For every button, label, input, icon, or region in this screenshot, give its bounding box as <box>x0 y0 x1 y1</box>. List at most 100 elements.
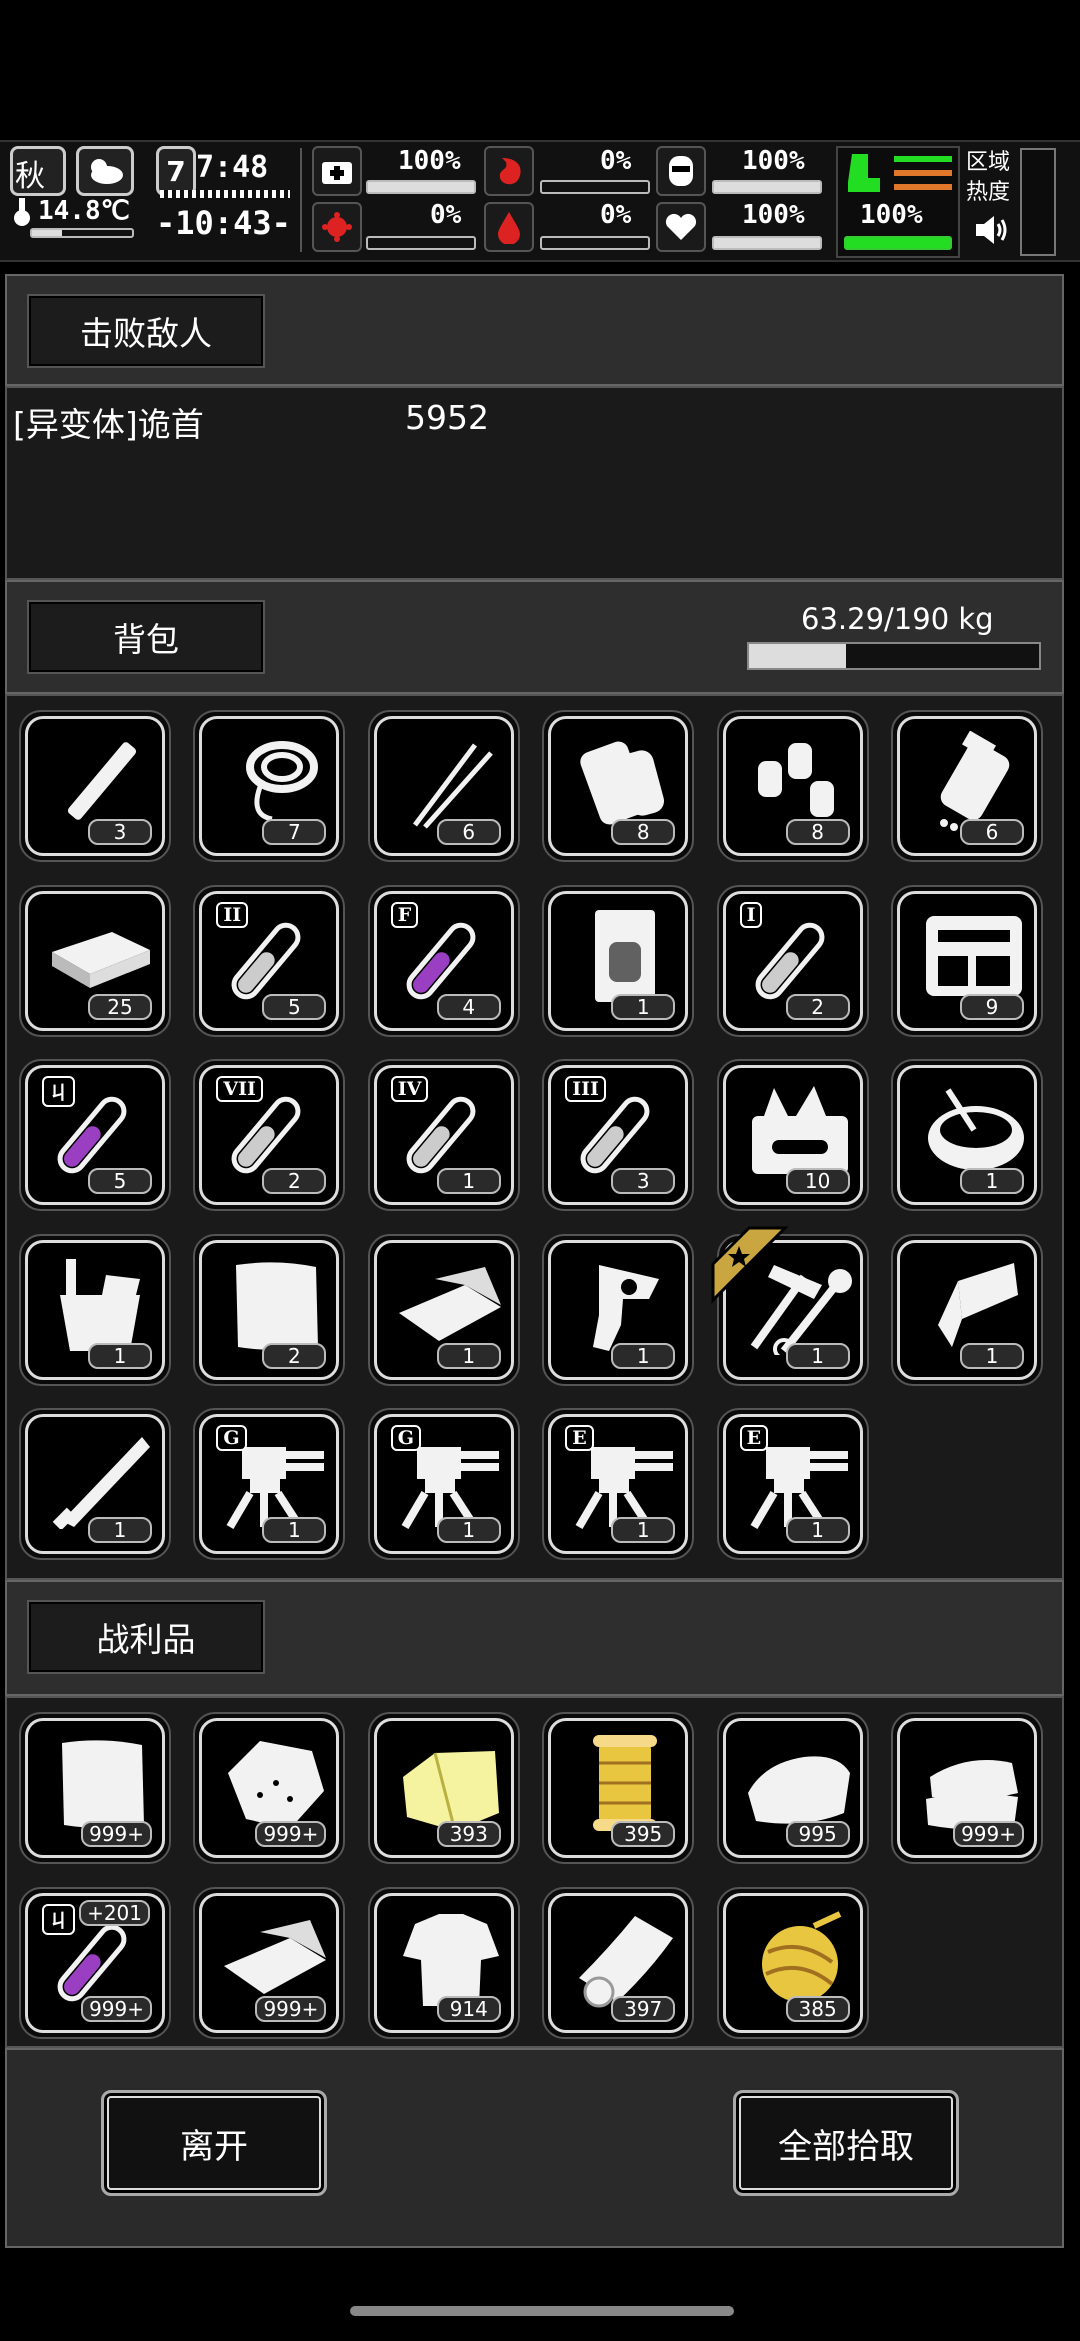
speaker-icon[interactable] <box>974 214 1010 246</box>
blood-drop-icon <box>484 202 534 252</box>
footer: 离开 全部拾取 <box>5 2048 1064 2248</box>
backpack-slot[interactable]: 1 <box>367 1233 520 1386</box>
backpack-slot[interactable]: II 5 <box>193 884 346 1037</box>
backpack-slot[interactable]: 6 <box>891 710 1043 862</box>
backpack-slot[interactable]: 8 <box>716 710 869 862</box>
backpack-slot-frame: 2 <box>199 1239 340 1380</box>
item-count-badge: 9 <box>960 993 1024 1020</box>
item-count-badge: 8 <box>611 819 676 845</box>
toolbox-icon <box>751 1086 848 1174</box>
backpack-slot[interactable]: F4 <box>367 884 520 1037</box>
backpack-slot-frame: 8 <box>722 716 863 856</box>
loot-slot[interactable]: 999+ <box>19 1712 171 1864</box>
loot-slot[interactable]: 385 <box>716 1886 869 2039</box>
loot-slot[interactable]: 995 <box>716 1712 869 1864</box>
backpack-button[interactable]: 背包 <box>27 600 265 674</box>
item-grade-tag: II <box>216 901 249 928</box>
item-count-badge: 5 <box>262 993 327 1020</box>
backpack-slot[interactable]: 3 <box>19 710 171 862</box>
virus-bar <box>366 236 476 250</box>
backpack-slot[interactable]: 8 <box>542 710 695 862</box>
backpack-slot[interactable]: III 3 <box>542 1059 695 1211</box>
item-count-badge: 1 <box>88 1517 152 1543</box>
item-count-badge: 914 <box>436 1995 501 2022</box>
loot-slot[interactable]: 999+ <box>193 1712 346 1864</box>
backpack-slot-frame: 8 <box>548 716 689 856</box>
loot-button[interactable]: 战利品 <box>27 1600 265 1674</box>
backpack-slot[interactable]: E1 <box>716 1408 869 1560</box>
loot-slot[interactable]: 999+ <box>193 1886 346 2039</box>
loot-slot[interactable]: 393 <box>367 1712 520 1864</box>
backpack-slot-frame: 1 <box>897 1065 1037 1205</box>
backpack-slot-frame: 1 <box>548 890 689 1031</box>
side-menu-handle[interactable] <box>1020 148 1056 256</box>
bleeding-value: 0% <box>600 200 632 230</box>
loot-slot-frame: 397 <box>548 1892 689 2033</box>
torn-shirt-icon <box>402 1913 499 2006</box>
day-time: 7:48 <box>196 150 269 185</box>
zone-heat-label: 区域热度 <box>966 150 1011 205</box>
item-count-badge: 1 <box>436 1168 501 1194</box>
loot-slot[interactable]: 395 <box>542 1712 695 1864</box>
item-grade-tag: E <box>565 1425 594 1451</box>
backpack-slot[interactable]: IV 1 <box>367 1059 520 1211</box>
item-count-badge: 999+ <box>255 1995 327 2022</box>
loot-slot[interactable]: ㄐ +201 999+ <box>19 1886 171 2039</box>
backpack-slot-frame: 1 <box>897 1239 1037 1380</box>
pickup-all-button[interactable]: 全部拾取 <box>733 2090 959 2196</box>
defeated-enemies-button[interactable]: 击败敌人 <box>27 294 265 368</box>
backpack-slot[interactable]: 1 <box>542 884 695 1037</box>
item-count-badge: 393 <box>436 1821 501 1847</box>
backpack-slot[interactable]: 1 <box>891 1233 1043 1386</box>
leave-button[interactable]: 离开 <box>101 2090 327 2196</box>
day-icon: 7 <box>156 146 196 196</box>
season-box: 秋 <box>10 146 66 196</box>
armor-value: 100% <box>742 146 805 176</box>
backpack-slot[interactable]: 1 <box>711 1226 869 1386</box>
medkit-icon <box>312 146 362 196</box>
backpack-slot[interactable]: 25 <box>19 884 171 1037</box>
enemy-name: [异变体]诡首 <box>13 405 204 444</box>
backpack-slot[interactable]: ㄐ5 <box>19 1059 171 1211</box>
backpack-slot[interactable]: 1 <box>19 1233 171 1386</box>
hunger-bar <box>540 180 650 194</box>
item-count-badge: 4 <box>436 993 501 1020</box>
backpack-slot[interactable]: 1 <box>542 1233 695 1386</box>
loot-slot[interactable]: 914 <box>367 1886 520 2039</box>
item-count-badge: 1 <box>436 1342 501 1369</box>
backpack-slot[interactable]: VII 2 <box>193 1059 346 1211</box>
item-count-badge: 3 <box>88 819 152 845</box>
loot-header: 战利品 <box>5 1580 1064 1696</box>
backpack-slot-frame: I2 <box>722 890 863 1031</box>
loot-slot-frame: ㄐ +201 999+ <box>25 1892 165 2033</box>
backpack-slot[interactable]: G1 <box>367 1408 520 1560</box>
backpack-slot[interactable]: E1 <box>542 1408 695 1560</box>
backpack-slot[interactable]: 9 <box>891 884 1043 1037</box>
backpack-slot-frame: 1 <box>373 1239 514 1380</box>
backpack-slot[interactable]: 10 <box>716 1059 869 1211</box>
backpack-slot[interactable]: 6 <box>367 710 520 862</box>
item-count-badge: 1 <box>611 1517 676 1543</box>
loot-slot[interactable]: 397 <box>542 1886 695 2039</box>
cloth-pile-icon <box>926 1760 1018 1830</box>
backpack-slot[interactable]: 7 <box>193 710 346 862</box>
backpack-slot-frame: 6 <box>373 716 514 856</box>
backpack-slot[interactable]: 2 <box>193 1233 346 1386</box>
backpack-slot-frame: G1 <box>199 1414 340 1554</box>
loot-slot[interactable]: 999+ <box>891 1712 1043 1864</box>
home-indicator[interactable] <box>350 2306 734 2316</box>
item-count-badge: 1 <box>611 1342 676 1369</box>
item-count-badge: 1 <box>611 993 676 1020</box>
folded-cloth-icon <box>224 1919 327 1994</box>
item-count-badge: 7 <box>262 819 327 845</box>
backpack-slot-frame: F4 <box>373 890 514 1031</box>
backpack-slot-frame: 6 <box>897 716 1037 856</box>
backpack-slot[interactable]: I2 <box>716 884 869 1037</box>
backpack-slot-frame: 7 <box>199 716 340 856</box>
backpack-slot[interactable]: 1 <box>891 1059 1043 1211</box>
backpack-slot[interactable]: G1 <box>193 1408 346 1560</box>
heart-icon <box>656 202 706 252</box>
health-bar <box>366 180 476 194</box>
backpack-slot[interactable]: 1 <box>19 1408 171 1560</box>
item-grade-tag: ㄐ <box>42 1903 76 1935</box>
